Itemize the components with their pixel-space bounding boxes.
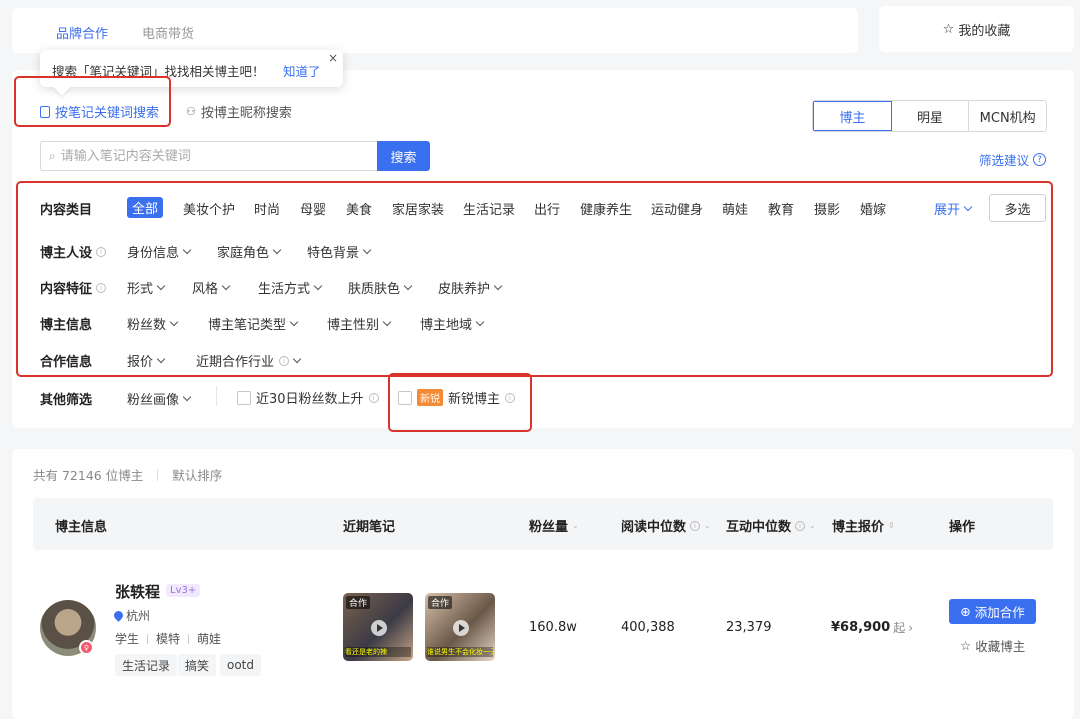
content-tag: 生活记录 (115, 654, 178, 676)
fan-rise-label: 近30日粉丝数上升 (256, 392, 364, 407)
add-cooperation-button[interactable]: ⊕ 添加合作 (949, 599, 1036, 624)
close-icon[interactable]: × (328, 51, 338, 65)
chevron-down-icon (182, 392, 192, 401)
blogger-location: 杭州 (112, 607, 151, 624)
other-filters-label: 其他筛选 (40, 389, 92, 408)
price-suffix: 起 (893, 621, 906, 635)
level-badge: Lv3+ (166, 584, 201, 597)
my-favorites-label: 我的收藏 (958, 23, 1011, 39)
other-filters-text: 其他筛选 (40, 393, 93, 408)
content-tag: 搞笑 (178, 654, 217, 676)
divider (157, 468, 159, 481)
identity-tags: 学生 模特 萌娃 (115, 630, 221, 647)
sort-icon: ⌄ (809, 521, 816, 530)
note-caption: 谁说男生不会化妆一天 (427, 647, 493, 657)
info-icon: i (690, 520, 701, 531)
note-thumbnail[interactable]: 合作 谁说男生不会化妆一天 (425, 593, 495, 661)
col-fans[interactable]: 粉丝量 ⌄ (529, 516, 579, 535)
read-median-value: 400,388 (621, 620, 675, 635)
collect-blogger-button[interactable]: ☆ 收藏博主 (960, 636, 1025, 655)
play-icon (371, 620, 387, 636)
col-blogger-info: 博主信息 (55, 516, 107, 535)
highlight-box-search-mode (14, 76, 171, 127)
interact-median-value: 23,379 (726, 620, 772, 635)
col-read-median[interactable]: 阅读中位数 i ⌄ (621, 516, 711, 535)
fan-rise-checkbox[interactable]: 近30日粉丝数上升 i (237, 388, 379, 407)
col-interact-median[interactable]: 互动中位数 i ⌄ (726, 516, 816, 535)
col-label: 互动中位数 (726, 520, 792, 535)
tab-brand-cooperation[interactable]: 品牌合作 (56, 23, 108, 42)
question-icon: ? (1033, 153, 1046, 166)
chevron-right-icon: › (908, 620, 914, 635)
col-actions: 操作 (949, 516, 975, 535)
identity-tag: 模特 (156, 632, 181, 646)
cooperation-label: 合作 (346, 596, 371, 609)
col-label: 阅读中位数 (621, 520, 687, 535)
blogger-name[interactable]: 张轶程 (115, 581, 160, 602)
add-cooperation-label: 添加合作 (974, 605, 1025, 620)
location-pin-icon (112, 609, 125, 622)
search-input[interactable] (60, 148, 351, 164)
result-count: 共有 72146 位博主 (33, 468, 144, 483)
col-price[interactable]: 博主报价 ⇕ (832, 516, 895, 535)
sort-order[interactable]: 默认排序 (172, 465, 222, 484)
search-by-nickname-label: 按博主昵称搜索 (200, 106, 292, 121)
col-label: 博主报价 (832, 520, 885, 535)
filter-suggestion-label: 筛选建议 (978, 153, 1029, 168)
search-by-nickname-tab[interactable]: ⚇ 按博主昵称搜索 (186, 102, 292, 121)
star-icon: ☆ (942, 21, 955, 37)
account-type-segment: 博主 明星 MCN机构 (812, 100, 1047, 132)
col-label: 近期笔记 (343, 520, 396, 535)
price-value[interactable]: ¥68,900 起 › (831, 619, 913, 636)
star-icon: ☆ (960, 638, 972, 653)
highlight-box-filters (16, 181, 1053, 377)
fans-value: 160.8w (529, 620, 577, 635)
top-tab-bar: 品牌合作 电商带货 (12, 8, 858, 53)
segment-mcn[interactable]: MCN机构 (969, 101, 1046, 131)
sort-icon: ⌄ (572, 521, 579, 530)
col-recent-notes: 近期笔记 (343, 516, 395, 535)
plus-circle-icon: ⊕ (960, 604, 971, 619)
dropdown-fan-profile[interactable]: 粉丝画像 (127, 389, 192, 408)
users-icon: ⚇ (186, 105, 196, 118)
tab-ecommerce[interactable]: 电商带货 (142, 23, 194, 42)
segment-celebrity[interactable]: 明星 (892, 101, 970, 131)
search-icon: ⌕ (49, 148, 56, 163)
col-label: 操作 (949, 520, 976, 535)
search-button[interactable]: 搜索 (377, 141, 430, 171)
location-text: 杭州 (126, 609, 151, 623)
info-icon: i (368, 392, 379, 403)
price-text: ¥68,900 (831, 620, 891, 635)
my-favorites-button[interactable]: ☆ 我的收藏 (879, 6, 1074, 52)
note-caption: 看还是老的辣 (345, 647, 411, 657)
segment-blogger[interactable]: 博主 (813, 101, 892, 131)
note-thumbnail[interactable]: 合作 看还是老的辣 (343, 593, 413, 661)
checkbox[interactable] (237, 390, 251, 405)
collect-blogger-label: 收藏博主 (975, 639, 1026, 654)
search-field[interactable]: ⌕ (40, 141, 378, 171)
dropdown-label: 粉丝画像 (127, 393, 180, 408)
divider (188, 633, 190, 644)
results-summary: 共有 72146 位博主 默认排序 (33, 465, 222, 484)
col-label: 博主信息 (55, 520, 108, 535)
gender-icon: ♀ (79, 640, 94, 655)
info-icon: i (795, 520, 806, 531)
divider (216, 386, 217, 406)
col-label: 粉丝量 (529, 520, 569, 535)
identity-tag: 萌娃 (197, 632, 222, 646)
sort-icon: ⌄ (704, 521, 711, 530)
sort-icon: ⇕ (888, 521, 895, 530)
filter-suggestion-link[interactable]: 筛选建议 ? (979, 150, 1046, 169)
cooperation-label: 合作 (428, 596, 453, 609)
content-tag: ootd (220, 654, 262, 676)
highlight-box-new-blogger (388, 373, 532, 432)
identity-tag: 学生 (115, 632, 140, 646)
play-icon (453, 620, 469, 636)
tooltip-ok-link[interactable]: 知道了 (283, 61, 321, 80)
divider (147, 633, 149, 644)
